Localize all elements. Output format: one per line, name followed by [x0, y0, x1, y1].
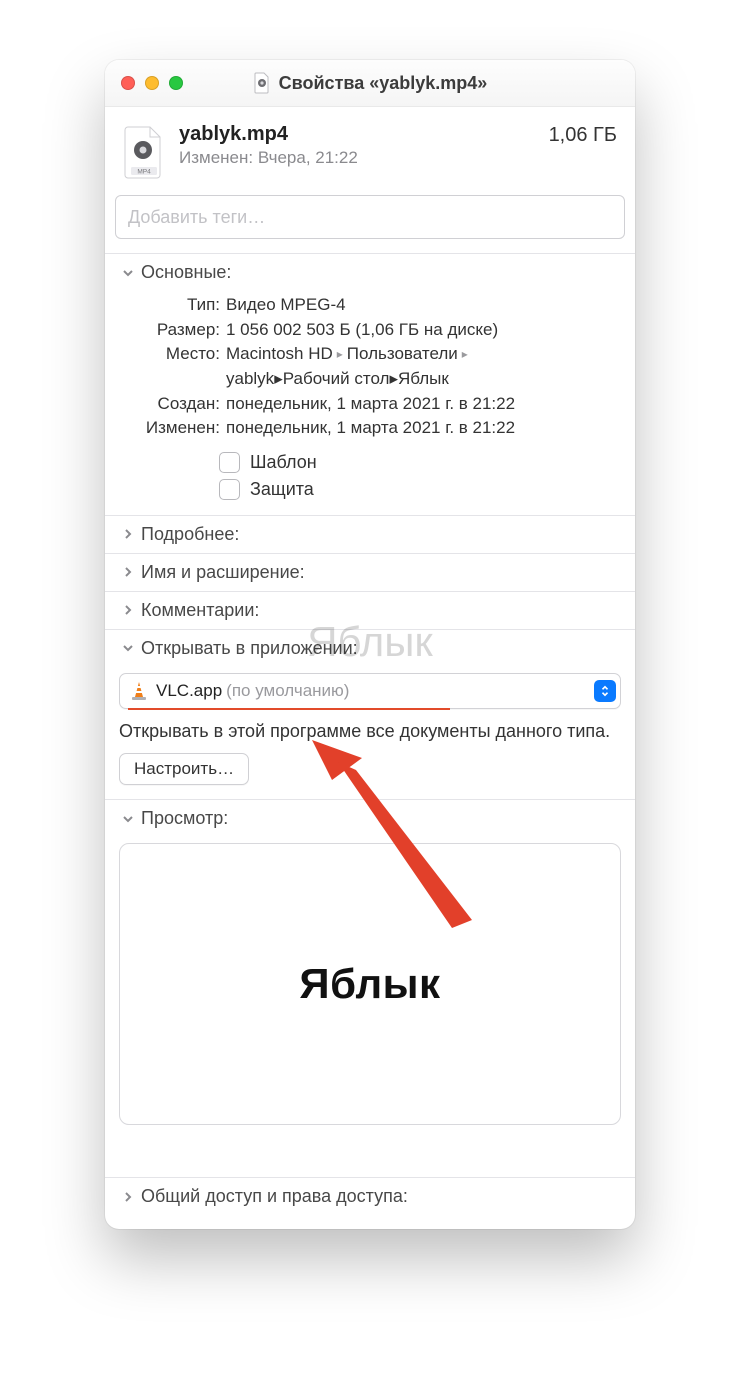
- checkbox-locked[interactable]: [219, 479, 240, 500]
- section-sharing: Общий доступ и права доступа:: [105, 1177, 635, 1215]
- section-sharing-header[interactable]: Общий доступ и права доступа:: [105, 1178, 635, 1215]
- section-open-with-title: Открывать в приложении:: [141, 638, 358, 659]
- checkbox-stationery-label: Шаблон: [250, 452, 317, 473]
- value-type: Видео MPEG-4: [226, 293, 617, 318]
- label-type: Тип:: [123, 293, 226, 318]
- file-icon-ext: MP4: [137, 169, 151, 176]
- open-with-description: Открывать в этой программе все документы…: [119, 719, 621, 743]
- section-name-ext-header[interactable]: Имя и расширение:: [105, 554, 635, 591]
- chevron-right-icon: [121, 1190, 135, 1204]
- section-general-header[interactable]: Основные:: [105, 254, 635, 291]
- value-where: Macintosh HD▸Пользователи▸: [226, 342, 617, 367]
- section-name-ext-title: Имя и расширение:: [141, 562, 305, 583]
- file-icon: MP4: [123, 123, 165, 179]
- file-modified-summary: Изменен: Вчера, 21:22: [179, 148, 535, 168]
- chevron-right-icon: [121, 565, 135, 579]
- label-modified: Изменен:: [123, 416, 226, 441]
- section-more: Подробнее:: [105, 515, 635, 553]
- chevron-down-icon: [121, 812, 135, 826]
- change-all-button[interactable]: Настроить…: [119, 753, 249, 785]
- label-created: Создан:: [123, 392, 226, 417]
- close-button[interactable]: [121, 76, 135, 90]
- info-window: Свойства «yablyk.mp4» MP4 yablyk: [105, 60, 635, 1229]
- open-with-default: (по умолчанию): [226, 681, 349, 701]
- traffic-lights: [121, 76, 183, 90]
- value-created: понедельник, 1 марта 2021 г. в 21:22: [226, 392, 617, 417]
- value-modified: понедельник, 1 марта 2021 г. в 21:22: [226, 416, 617, 441]
- minimize-button[interactable]: [145, 76, 159, 90]
- combo-arrows-icon[interactable]: [594, 680, 616, 702]
- section-comments-header[interactable]: Комментарии:: [105, 592, 635, 629]
- section-comments-title: Комментарии:: [141, 600, 259, 621]
- section-more-title: Подробнее:: [141, 524, 239, 545]
- file-name: yablyk.mp4: [179, 123, 535, 146]
- section-name-ext: Имя и расширение:: [105, 553, 635, 591]
- value-size: 1 056 002 503 Б (1,06 ГБ на диске): [226, 318, 617, 343]
- chevron-down-icon: [121, 266, 135, 280]
- title-doc-icon: [253, 72, 271, 94]
- section-preview: Просмотр: Яблык: [105, 799, 635, 1145]
- section-comments: Комментарии:: [105, 591, 635, 629]
- checkbox-stationery[interactable]: [219, 452, 240, 473]
- section-more-header[interactable]: Подробнее:: [105, 516, 635, 553]
- open-with-app: VLC.app: [156, 681, 222, 701]
- label-size: Размер:: [123, 318, 226, 343]
- tags-field[interactable]: [115, 195, 625, 239]
- titlebar: Свойства «yablyk.mp4»: [105, 60, 635, 107]
- section-sharing-title: Общий доступ и права доступа:: [141, 1186, 408, 1207]
- preview-content-text: Яблык: [299, 960, 440, 1008]
- section-general: Основные: Тип:Видео MPEG-4 Размер:1 056 …: [105, 253, 635, 515]
- window-title: Свойства «yablyk.mp4»: [279, 73, 488, 94]
- annotation-underline: [128, 708, 450, 710]
- open-with-combo[interactable]: VLC.app (по умолчанию): [119, 673, 621, 709]
- preview-thumbnail: Яблык: [119, 843, 621, 1125]
- vlc-icon: [128, 680, 150, 702]
- chevron-right-icon: [121, 527, 135, 541]
- chevron-down-icon: [121, 641, 135, 655]
- tags-input[interactable]: [126, 206, 614, 229]
- file-summary: MP4 yablyk.mp4 Изменен: Вчера, 21:22 1,0…: [105, 117, 635, 185]
- checkbox-stationery-row[interactable]: Шаблон: [219, 449, 617, 476]
- checkbox-locked-row[interactable]: Защита: [219, 476, 617, 503]
- file-size: 1,06 ГБ: [549, 123, 617, 147]
- zoom-button[interactable]: [169, 76, 183, 90]
- section-open-with: Открывать в приложении: VLC.app: [105, 629, 635, 799]
- checkbox-locked-label: Защита: [250, 479, 314, 500]
- section-open-with-header[interactable]: Открывать в приложении:: [105, 630, 635, 667]
- section-preview-header[interactable]: Просмотр:: [105, 800, 635, 837]
- label-where: Место:: [123, 342, 226, 367]
- value-where-line2: yablyk▸Рабочий стол▸Яблык: [123, 367, 617, 392]
- chevron-right-icon: [121, 603, 135, 617]
- section-general-title: Основные:: [141, 262, 231, 283]
- section-preview-title: Просмотр:: [141, 808, 228, 829]
